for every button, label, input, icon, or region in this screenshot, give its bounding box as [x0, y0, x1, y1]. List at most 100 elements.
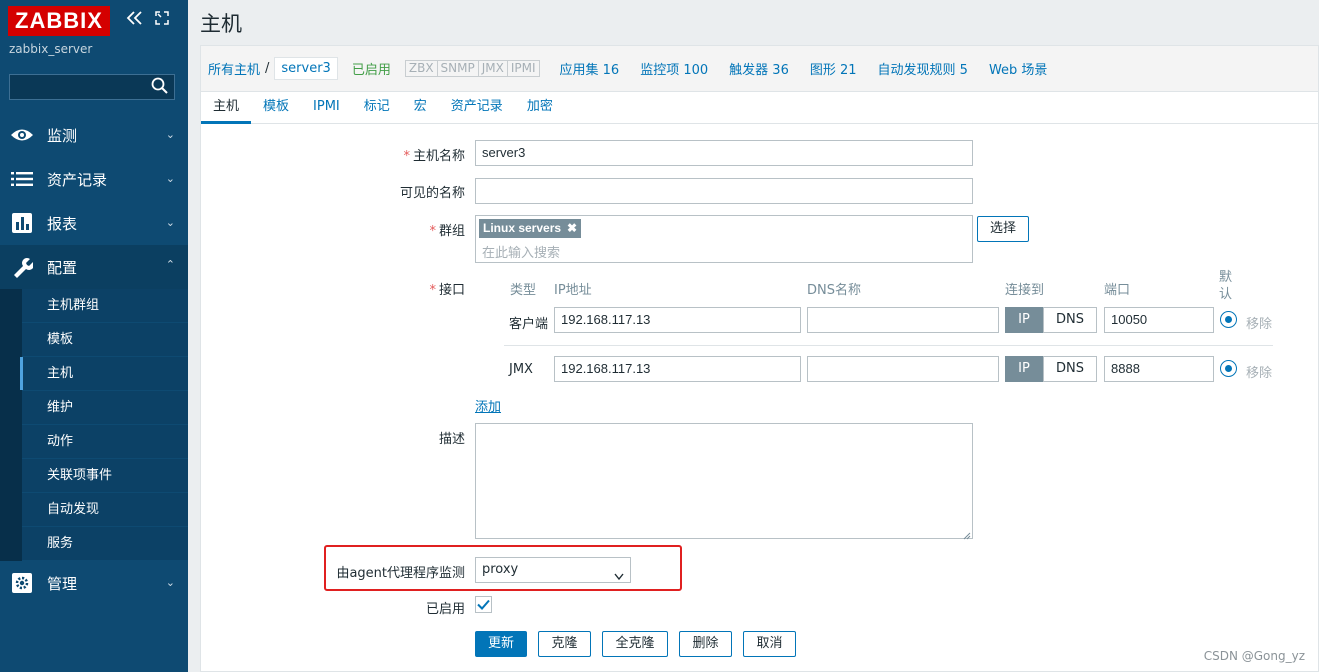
update-button[interactable]: 更新: [475, 631, 527, 657]
group-chip: Linux servers ✖: [479, 219, 582, 238]
watermark: CSDN @Gong_yz: [1203, 649, 1305, 663]
select-groups-button[interactable]: 选择: [977, 216, 1029, 242]
connect-to-toggle: IP DNS: [1005, 356, 1097, 382]
menu-inventory[interactable]: 资产记录 ⌄: [0, 157, 188, 201]
host-status[interactable]: 已启用: [352, 59, 391, 78]
remove-interface-link[interactable]: 移除: [1246, 313, 1272, 332]
link-graphs[interactable]: 图形 21: [810, 59, 857, 78]
enabled-checkbox[interactable]: [475, 596, 492, 613]
interface-type: JMX: [509, 362, 533, 377]
tab-templates[interactable]: 模板: [251, 92, 301, 124]
main-menu: 监测 ⌄ 资产记录 ⌄ 报表 ⌄ 配置 ⌃ 主机群组 模板 主机 维护 动作 关…: [0, 113, 188, 605]
visible-name-label: 可见的名称: [399, 186, 465, 201]
tab-tags[interactable]: 标记: [352, 92, 402, 124]
description-textarea[interactable]: [475, 423, 973, 540]
interface-ip-input[interactable]: 192.168.117.13: [554, 307, 801, 333]
connect-ip-button[interactable]: IP: [1005, 356, 1043, 382]
default-interface-radio[interactable]: [1220, 360, 1237, 377]
menu-label: 监测: [47, 126, 78, 145]
host-form: 主机 模板 IPMI 标记 宏 资产记录 加密 * 主机名称 server3 可见…: [200, 91, 1319, 672]
proxy-select[interactable]: proxy: [475, 557, 631, 583]
chevron-down-icon: ⌄: [165, 576, 175, 589]
host-navigation: 所有主机 / server3 已启用 ZBX SNMP JMX IPMI 应用集…: [200, 45, 1319, 91]
if-header-type: 类型: [510, 283, 537, 298]
checkmark-icon: [477, 599, 490, 610]
delete-button[interactable]: 删除: [679, 631, 732, 657]
menu-administration[interactable]: 管理 ⌄: [0, 561, 188, 605]
if-header-default: 默认: [1219, 270, 1233, 302]
link-triggers[interactable]: 触发器 36: [729, 59, 789, 78]
interface-ip-input[interactable]: 192.168.117.13: [554, 356, 801, 382]
server-name: zabbix_server: [9, 42, 93, 56]
link-web-scenarios[interactable]: Web 场景: [989, 59, 1047, 78]
tab-host[interactable]: 主机: [201, 92, 252, 124]
submenu-discovery[interactable]: 自动发现: [22, 493, 188, 527]
remove-chip-icon[interactable]: ✖: [567, 219, 577, 238]
submenu-host-groups[interactable]: 主机群组: [22, 289, 188, 323]
collapse-sidebar-icon[interactable]: [126, 11, 144, 29]
list-icon: [10, 168, 34, 190]
interfaces-label: * 接口: [429, 283, 465, 298]
submenu-hosts[interactable]: 主机: [20, 357, 188, 391]
submenu-maintenance[interactable]: 维护: [22, 391, 188, 425]
connect-to-toggle: IP DNS: [1005, 307, 1097, 333]
config-submenu: 主机群组 模板 主机 维护 动作 关联项事件 自动发现 服务: [0, 289, 188, 561]
menu-label: 配置: [47, 258, 78, 277]
gear-icon: [10, 572, 34, 594]
menu-reports[interactable]: 报表 ⌄: [0, 201, 188, 245]
breadcrumb-all-hosts[interactable]: 所有主机: [208, 59, 260, 78]
sidebar-search-input[interactable]: [9, 74, 175, 100]
link-discovery-rules[interactable]: 自动发现规则 5: [878, 59, 968, 78]
interface-port-input[interactable]: 8888: [1104, 356, 1214, 382]
cancel-button[interactable]: 取消: [743, 631, 796, 657]
required-marker: *: [403, 149, 410, 164]
host-name-input[interactable]: server3: [475, 140, 973, 166]
sidebar: ZABBIX zabbix_server 监测 ⌄ 资产记录 ⌄ 报表 ⌄ 配置…: [0, 0, 188, 672]
menu-configuration[interactable]: 配置 ⌃: [0, 245, 188, 289]
page-title: 主机: [200, 12, 242, 36]
connect-dns-button[interactable]: DNS: [1043, 307, 1097, 333]
visible-name-input[interactable]: [475, 178, 973, 204]
tab-macros[interactable]: 宏: [402, 92, 439, 124]
connect-dns-button[interactable]: DNS: [1043, 356, 1097, 382]
required-marker: *: [429, 283, 436, 298]
availability-jmx: JMX: [479, 61, 508, 76]
breadcrumb-current-host[interactable]: server3: [274, 57, 338, 80]
chevron-up-icon: ⌃: [165, 258, 175, 271]
bar-chart-icon: [10, 212, 34, 234]
tab-ipmi[interactable]: IPMI: [301, 92, 352, 124]
connect-ip-button[interactable]: IP: [1005, 307, 1043, 333]
remove-interface-link[interactable]: 移除: [1246, 362, 1272, 381]
proxy-selected-value: proxy: [482, 562, 519, 577]
availability-snmp: SNMP: [438, 61, 479, 76]
search-icon[interactable]: [151, 77, 169, 95]
interface-port-input[interactable]: 10050: [1104, 307, 1214, 333]
submenu-services[interactable]: 服务: [22, 527, 188, 561]
kiosk-mode-icon[interactable]: [155, 11, 169, 29]
add-interface-link[interactable]: 添加: [475, 396, 501, 415]
zabbix-logo[interactable]: ZABBIX: [8, 6, 110, 36]
full-clone-button[interactable]: 全克隆: [602, 631, 668, 657]
if-header-dns: DNS名称: [807, 283, 861, 298]
host-name-label: * 主机名称: [403, 149, 465, 164]
menu-label: 报表: [47, 214, 78, 233]
clone-button[interactable]: 克隆: [538, 631, 591, 657]
groups-search-placeholder: 在此输入搜索: [482, 246, 561, 261]
interface-type: 客户端: [509, 317, 549, 332]
link-applications[interactable]: 应用集 16: [560, 59, 620, 78]
default-interface-radio[interactable]: [1220, 311, 1237, 328]
submenu-templates[interactable]: 模板: [22, 323, 188, 357]
submenu-actions[interactable]: 动作: [22, 425, 188, 459]
tab-encryption[interactable]: 加密: [515, 92, 565, 124]
resize-handle-icon[interactable]: [963, 529, 971, 540]
link-items[interactable]: 监控项 100: [640, 59, 708, 78]
submenu-event-correlation[interactable]: 关联项事件: [22, 459, 188, 493]
menu-monitoring[interactable]: 监测 ⌄: [0, 113, 188, 157]
proxy-label: 由agent代理程序监测: [336, 566, 465, 581]
if-header-connect: 连接到: [1005, 283, 1045, 298]
interface-divider: [504, 345, 1273, 346]
tab-inventory[interactable]: 资产记录: [439, 92, 515, 124]
interface-dns-input[interactable]: [807, 307, 999, 333]
chevron-down-icon: [614, 566, 624, 581]
interface-dns-input[interactable]: [807, 356, 999, 382]
